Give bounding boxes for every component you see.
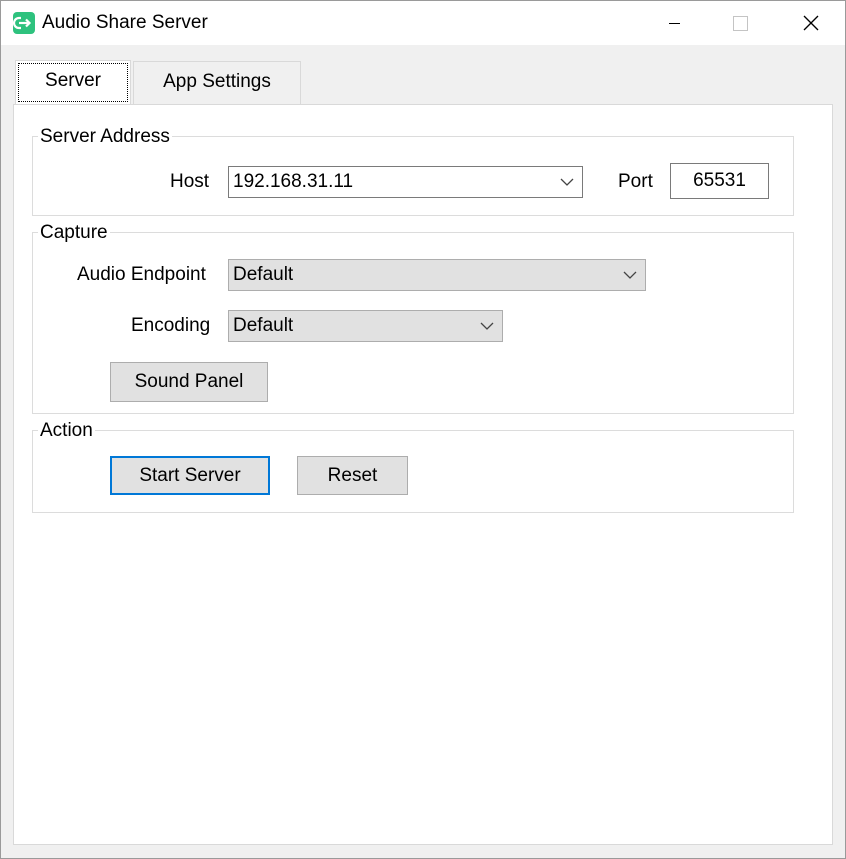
capture-title: Capture (38, 222, 110, 244)
maximize-button[interactable] (717, 1, 763, 45)
title-bar: Audio Share Server (1, 1, 845, 45)
chevron-down-icon (560, 178, 574, 186)
app-window: Audio Share Server App Settings Server S… (0, 0, 846, 859)
port-field[interactable]: 65531 (670, 163, 769, 199)
port-label: Port (618, 171, 653, 192)
audio-endpoint-select[interactable]: Default (228, 259, 646, 291)
tab-app-settings[interactable]: App Settings (133, 61, 301, 105)
audio-endpoint-label: Audio Endpoint (77, 264, 206, 285)
reset-button[interactable]: Reset (297, 456, 408, 495)
server-address-title: Server Address (38, 126, 172, 148)
audio-endpoint-value: Default (233, 264, 294, 285)
encoding-select[interactable]: Default (228, 310, 503, 342)
minimize-button[interactable] (651, 1, 697, 45)
chevron-down-icon (623, 271, 637, 279)
tab-server[interactable]: Server (15, 60, 131, 104)
host-label: Host (170, 171, 210, 192)
close-button[interactable] (787, 1, 833, 45)
start-server-button[interactable]: Start Server (110, 456, 270, 495)
encoding-value: Default (233, 315, 294, 336)
host-value: 192.168.31.11 (233, 171, 354, 192)
encoding-label: Encoding (131, 315, 211, 336)
chevron-down-icon (480, 322, 494, 330)
sound-panel-button[interactable]: Sound Panel (110, 362, 268, 402)
minimize-icon (669, 23, 680, 24)
focus-rectangle (18, 63, 128, 102)
close-icon (803, 15, 819, 31)
tab-app-settings-label: App Settings (163, 71, 271, 92)
host-combobox[interactable]: 192.168.31.11 (228, 166, 583, 198)
action-title: Action (38, 420, 95, 442)
maximize-icon (733, 16, 748, 31)
window-title: Audio Share Server (42, 12, 208, 33)
audio-share-icon (13, 12, 35, 34)
